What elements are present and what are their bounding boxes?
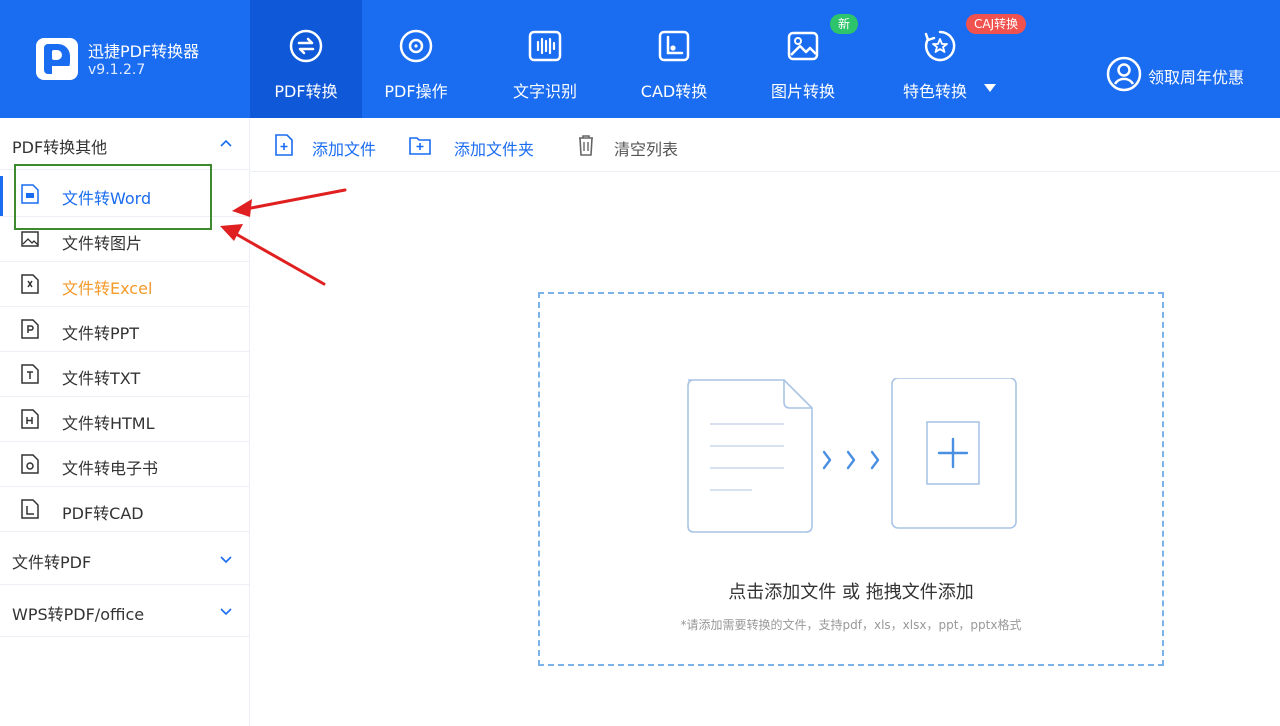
caret-down-icon — [984, 84, 996, 92]
clear-list-label: 清空列表 — [614, 140, 679, 159]
sidebar-section-pdf-to-other[interactable]: PDF转换其他 — [0, 118, 250, 170]
excel-file-icon — [21, 274, 39, 294]
sidebar-item-file-to-ebook[interactable]: 文件转电子书 — [0, 442, 250, 487]
anniversary-offer-link[interactable]: 领取周年优惠 — [1148, 64, 1244, 88]
ocr-icon — [528, 30, 562, 62]
image-icon — [787, 31, 819, 61]
app-version: v9.1.2.7 — [88, 62, 146, 78]
tab-label: 特色转换 — [902, 82, 967, 101]
chevron-down-icon — [220, 556, 232, 564]
tab-label: 文字识别 — [512, 82, 577, 101]
sidebar-item-label: 文件转Excel — [62, 279, 153, 298]
tab-pdf-operate[interactable]: PDF操作 — [360, 0, 472, 118]
sidebar-section-wps-to-pdf-office[interactable]: WPS转PDF/office — [0, 585, 250, 637]
app-logo-icon — [36, 38, 78, 80]
tab-label: PDF操作 — [384, 82, 448, 101]
sidebar-section-file-to-pdf[interactable]: 文件转PDF — [0, 533, 250, 585]
toolbar: 添加文件 添加文件夹 清空列表 — [250, 118, 1280, 172]
section-title: WPS转PDF/office — [12, 605, 145, 624]
sidebar-item-label: 文件转HTML — [62, 414, 155, 433]
annotation-highlight-box — [14, 164, 212, 230]
sidebar-item-label: 文件转PPT — [62, 324, 140, 343]
add-target-icon — [891, 378, 1017, 529]
pdf-operate-icon — [399, 29, 433, 63]
sidebar-item-label: 文件转电子书 — [62, 459, 159, 478]
sidebar-item-file-to-ppt[interactable]: 文件转PPT — [0, 307, 250, 352]
file-drop-zone[interactable]: 点击添加文件 或 拖拽文件添加 *请添加需要转换的文件，支持pdf，xls，xl… — [538, 292, 1164, 666]
txt-file-icon — [21, 364, 39, 384]
sidebar-item-file-to-html[interactable]: 文件转HTML — [0, 397, 250, 442]
html-file-icon — [21, 409, 39, 429]
clear-list-button[interactable]: 清空列表 — [574, 130, 694, 160]
sidebar-item-pdf-to-cad[interactable]: PDF转CAD — [0, 487, 250, 532]
new-badge: 新 — [830, 14, 859, 34]
chevron-up-icon — [220, 139, 232, 147]
add-file-button[interactable]: 添加文件 — [272, 130, 392, 160]
pdf-convert-icon — [289, 29, 323, 63]
cad-icon — [658, 30, 690, 62]
section-title: 文件转PDF — [12, 553, 92, 572]
sidebar-item-label: 文件转TXT — [62, 369, 141, 388]
special-icon — [924, 30, 956, 62]
tab-label: 图片转换 — [770, 82, 835, 101]
caj-badge: CAJ转换 — [966, 14, 1027, 34]
red-arrow-icon — [220, 224, 326, 286]
add-file-label: 添加文件 — [312, 140, 377, 159]
add-file-icon — [275, 134, 293, 156]
tab-cad[interactable]: CAD转换 — [618, 0, 730, 118]
tab-label: PDF转换 — [274, 82, 338, 101]
add-folder-icon — [409, 137, 431, 155]
document-icon — [687, 379, 813, 533]
ebook-file-icon — [21, 454, 39, 474]
tab-label: CAD转换 — [640, 82, 708, 101]
tab-pdf-convert[interactable]: PDF转换 — [250, 0, 362, 118]
sidebar-item-file-to-txt[interactable]: 文件转TXT — [0, 352, 250, 397]
section-title: PDF转换其他 — [12, 138, 108, 157]
drop-zone-hint: 点击添加文件 或 拖拽文件添加 — [728, 582, 974, 603]
red-arrow-icon — [232, 188, 347, 217]
cad-file-icon — [21, 499, 39, 519]
arrows-icon — [822, 450, 880, 470]
sidebar-item-label: PDF转CAD — [62, 504, 144, 523]
add-folder-label: 添加文件夹 — [454, 140, 535, 159]
sidebar-item-label: 文件转图片 — [62, 234, 143, 253]
annotation-arrows — [220, 188, 347, 286]
user-icon[interactable] — [1106, 56, 1142, 92]
app-header: 迅捷PDF转换器 v9.1.2.7 PDF转换 PDF操作 文字识别 CAD转换… — [0, 0, 1280, 118]
image-file-icon — [21, 231, 39, 247]
add-folder-button[interactable]: 添加文件夹 — [408, 130, 548, 160]
drop-illustration — [687, 378, 1017, 533]
drop-zone-formats: *请添加需要转换的文件，支持pdf，xls，xlsx，ppt，pptx格式 — [680, 618, 1022, 632]
app-name: 迅捷PDF转换器 — [88, 42, 200, 61]
trash-icon — [579, 135, 593, 156]
tab-ocr[interactable]: 文字识别 — [489, 0, 601, 118]
ppt-file-icon — [21, 319, 39, 339]
chevron-down-icon — [220, 608, 232, 616]
